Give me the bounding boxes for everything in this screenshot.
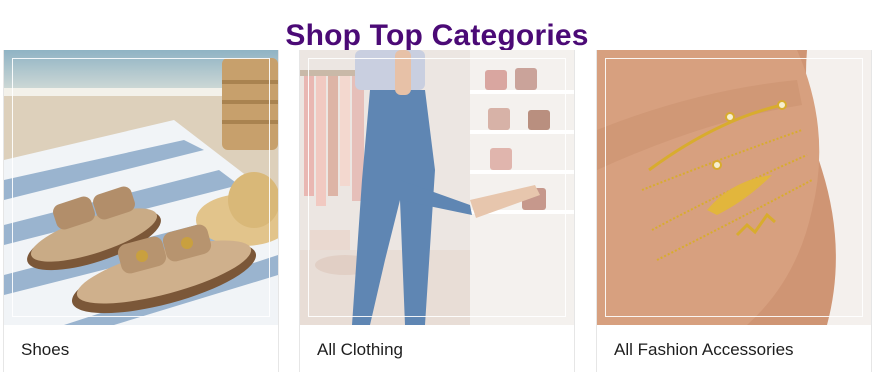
category-label[interactable]: All Clothing xyxy=(317,340,403,360)
category-label[interactable]: Shoes xyxy=(21,340,69,360)
category-card-shoes[interactable]: Shoes xyxy=(3,50,279,372)
shoes-image[interactable] xyxy=(4,50,278,325)
category-card-all-clothing[interactable]: All Clothing xyxy=(299,50,575,372)
all-clothing-image[interactable] xyxy=(300,50,574,325)
all-fashion-accessories-image[interactable] xyxy=(597,50,871,325)
category-label[interactable]: All Fashion Accessories xyxy=(614,340,794,360)
section-title: Shop Top Categories xyxy=(285,19,589,53)
category-card-all-fashion-accessories[interactable]: All Fashion Accessories xyxy=(596,50,872,372)
